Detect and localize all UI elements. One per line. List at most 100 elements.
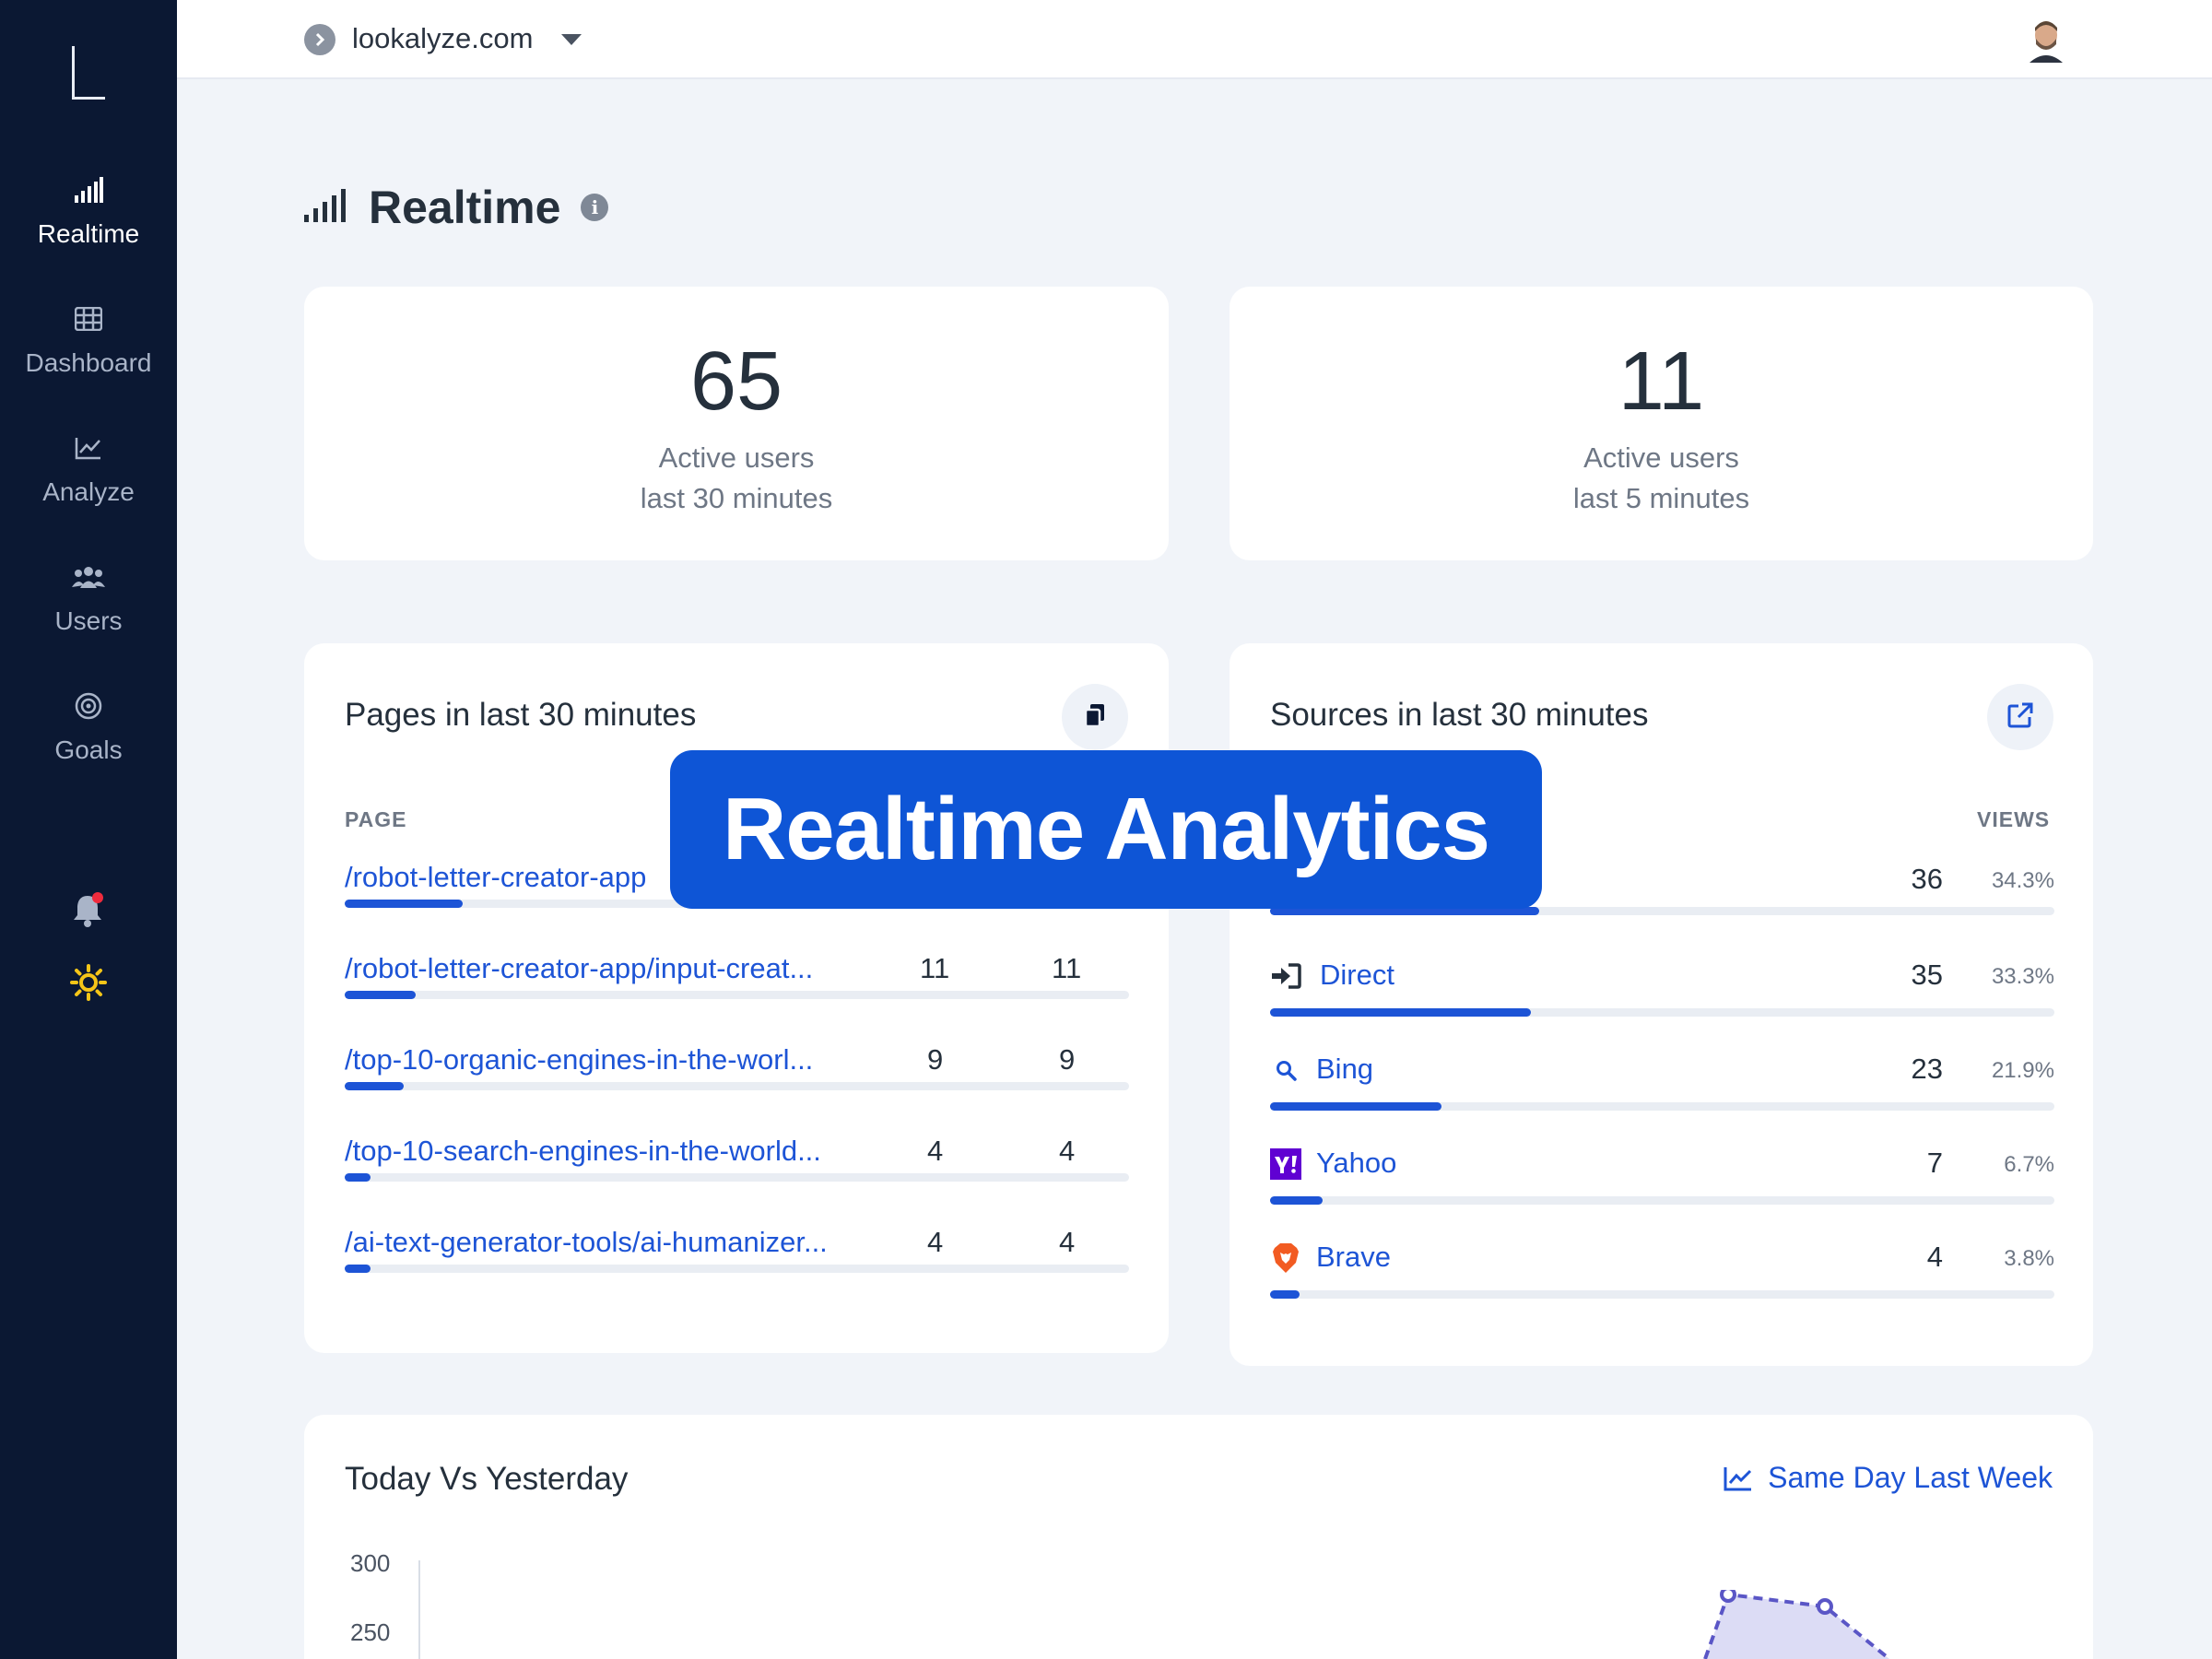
source-link[interactable]: Bing <box>1316 1053 1373 1086</box>
site-selector[interactable]: lookalyze.com <box>352 22 533 55</box>
stat-card-5min: 11 Active users last 5 minutes <box>1230 287 2093 560</box>
y-axis-tick: 250 <box>350 1618 391 1646</box>
source-link[interactable]: Yahoo <box>1316 1147 1396 1180</box>
external-link-icon <box>2007 702 2033 733</box>
copy-button[interactable] <box>1062 684 1128 750</box>
card-title: Pages in last 30 minutes <box>345 697 697 733</box>
y-axis-tick: 300 <box>350 1549 391 1577</box>
page-count-a: 11 <box>920 952 950 984</box>
source-percent: 34.3% <box>1991 868 2054 893</box>
page-count-b: 11 <box>1052 952 1082 984</box>
sidebar-item-label: Dashboard <box>25 348 152 377</box>
sun-icon[interactable] <box>70 964 107 1001</box>
source-percent: 21.9% <box>1991 1058 2054 1083</box>
data-point[interactable] <box>1817 1598 1833 1615</box>
page-count-b: 9 <box>1059 1043 1076 1076</box>
column-header-views: VIEWS <box>1977 807 2051 831</box>
page-link[interactable]: /robot-letter-creator-app/input-creat... <box>345 952 813 985</box>
table-row[interactable]: /top-10-search-engines-in-the-world... 4… <box>345 1135 1129 1199</box>
source-views: 7 <box>1926 1147 1943 1179</box>
top-bar: lookalyze.com <box>177 0 2212 79</box>
app-logo[interactable] <box>72 46 105 100</box>
stat-sublabel: last 5 minutes <box>1572 482 1750 514</box>
progress-fill <box>345 900 463 908</box>
users-icon <box>0 560 177 594</box>
page-link[interactable]: /robot-letter-creator-app <box>345 861 646 894</box>
table-row[interactable]: /robot-letter-creator-app/input-creat...… <box>345 952 1129 1017</box>
y-axis-line <box>418 1560 420 1659</box>
progress-fill <box>345 1173 371 1182</box>
sidebar-item-label: Realtime <box>37 219 140 248</box>
progress-fill <box>1270 1290 1300 1299</box>
progress-track <box>345 1265 1129 1273</box>
notification-badge <box>92 892 103 903</box>
chart-series-area <box>1703 1590 1891 1659</box>
page-count-b: 4 <box>1059 1226 1076 1258</box>
search-icon <box>1270 1054 1301 1086</box>
progress-fill <box>345 1265 371 1273</box>
sidebar: Realtime Dashboard Analyze Users Goals <box>0 0 177 1659</box>
table-row[interactable]: /top-10-organic-engines-in-the-worl... 9… <box>345 1043 1129 1108</box>
stat-card-30min: 65 Active users last 30 minutes <box>304 287 1169 560</box>
progress-track <box>345 1173 1129 1182</box>
page-title: Realtime <box>369 182 561 233</box>
sidebar-item-analyze[interactable]: Analyze <box>0 431 177 507</box>
stat-label: Active users <box>1583 441 1739 474</box>
copy-icon <box>1083 702 1107 733</box>
source-link[interactable]: Brave <box>1316 1241 1391 1274</box>
line-chart-icon <box>1724 1466 1752 1490</box>
progress-fill <box>1270 1196 1324 1205</box>
source-views: 23 <box>1911 1053 1943 1085</box>
brave-logo-icon <box>1270 1242 1301 1274</box>
table-row[interactable]: Yahoo 7 6.7% <box>1270 1145 2054 1218</box>
table-row[interactable]: Brave 4 3.8% <box>1270 1239 2054 1312</box>
same-day-last-week-button[interactable]: Same Day Last Week <box>1724 1461 2053 1495</box>
open-report-button[interactable] <box>1987 684 2053 750</box>
source-percent: 6.7% <box>2004 1152 2054 1177</box>
source-percent: 33.3% <box>1991 964 2054 989</box>
progress-track <box>1270 1196 2054 1205</box>
target-icon <box>0 689 177 723</box>
stat-value: 11 <box>1618 335 1705 428</box>
stat-sublabel: last 30 minutes <box>640 482 833 514</box>
sidebar-item-users[interactable]: Users <box>0 560 177 636</box>
source-views: 35 <box>1911 959 1943 991</box>
page-count-a: 4 <box>927 1226 944 1258</box>
sidebar-item-realtime[interactable]: Realtime <box>0 173 177 249</box>
sidebar-item-label: Goals <box>54 735 123 764</box>
progress-fill <box>1270 1008 1532 1017</box>
table-row[interactable]: /ai-text-generator-tools/ai-humanizer...… <box>345 1226 1129 1290</box>
column-header-page: PAGE <box>345 807 407 831</box>
progress-fill <box>345 1082 404 1090</box>
progress-track <box>1270 1008 2054 1017</box>
info-icon[interactable]: i <box>581 194 609 221</box>
table-row[interactable]: Bing 23 21.9% <box>1270 1051 2054 1124</box>
stat-label: Active users <box>658 441 815 474</box>
sidebar-item-dashboard[interactable]: Dashboard <box>0 302 177 378</box>
caret-down-icon[interactable] <box>561 34 582 45</box>
chevron-right-circle-icon[interactable] <box>304 24 335 55</box>
line-chart-icon <box>0 431 177 465</box>
progress-fill <box>345 991 416 999</box>
data-point[interactable] <box>1720 1590 1736 1603</box>
card-title: Sources in last 30 minutes <box>1270 697 1649 733</box>
progress-track <box>345 1082 1129 1090</box>
page-link[interactable]: /top-10-search-engines-in-the-world... <box>345 1135 821 1168</box>
area-fill <box>1705 1594 1889 1659</box>
user-avatar[interactable] <box>2026 17 2066 63</box>
grid-icon <box>0 302 177 335</box>
table-row[interactable]: Direct 35 33.3% <box>1270 957 2054 1030</box>
page-link[interactable]: /ai-text-generator-tools/ai-humanizer... <box>345 1226 828 1259</box>
page-link[interactable]: /top-10-organic-engines-in-the-worl... <box>345 1043 813 1077</box>
signal-bars-icon <box>304 188 347 227</box>
source-views: 36 <box>1911 863 1943 895</box>
today-vs-yesterday-card: Today Vs Yesterday Same Day Last Week 30… <box>304 1415 2093 1659</box>
sidebar-item-goals[interactable]: Goals <box>0 689 177 765</box>
progress-track <box>1270 1102 2054 1111</box>
source-views: 4 <box>1926 1241 1943 1273</box>
progress-track <box>345 991 1129 999</box>
page-count-a: 9 <box>927 1043 944 1076</box>
source-link[interactable]: Direct <box>1320 959 1394 992</box>
source-percent: 3.8% <box>2004 1246 2054 1271</box>
same-day-last-week-label: Same Day Last Week <box>1768 1461 2053 1494</box>
